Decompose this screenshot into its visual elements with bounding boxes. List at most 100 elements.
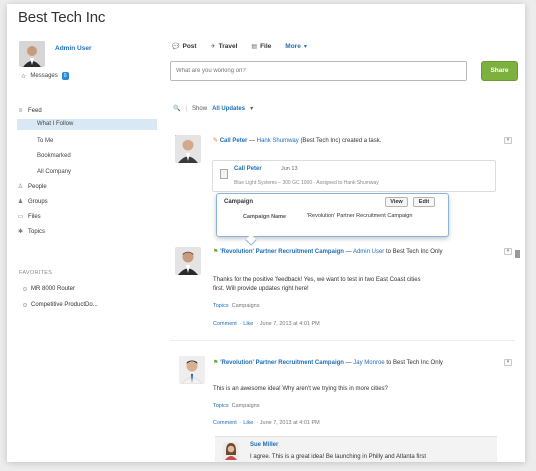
tab-travel[interactable]: ✈ Travel bbox=[211, 43, 238, 50]
task-card[interactable]: Call Peter Jun 13 Blue Light Systems – 3… bbox=[212, 160, 496, 192]
task-icon: ✎ bbox=[213, 138, 219, 144]
sidebar-item-all-company[interactable]: All Company bbox=[37, 169, 71, 175]
messages-label: Messages bbox=[30, 73, 58, 79]
search-icon: 🔍 bbox=[173, 106, 181, 112]
sidebar-item-what-i-follow[interactable]: What I Follow bbox=[37, 121, 73, 127]
post-header: ✎ Call Peter — Hank Shumway (Best Tech I… bbox=[213, 137, 381, 146]
campaign-link[interactable]: 'Revolution' Partner Recruitment Campaig… bbox=[220, 360, 344, 366]
bookmark-icon[interactable] bbox=[515, 250, 520, 258]
chat-bubble-icon: 💬 bbox=[172, 44, 180, 50]
view-button[interactable]: View bbox=[385, 197, 408, 207]
task-document-icon bbox=[220, 169, 228, 179]
topics-link[interactable]: Topics bbox=[213, 403, 229, 409]
task-detail: Blue Light Systems – 300 GC 1000 · Assig… bbox=[234, 180, 379, 186]
post-menu-button[interactable]: ▾ bbox=[504, 137, 512, 144]
task-name-link[interactable]: Call Peter bbox=[234, 166, 262, 172]
sidebar-item-label: People bbox=[28, 183, 47, 190]
groups-icon: ♟ bbox=[17, 199, 24, 205]
favorite-item[interactable]: Competitive ProductDo... bbox=[23, 302, 98, 308]
topic-tag[interactable]: Campaigns bbox=[232, 303, 260, 309]
tab-label: Post bbox=[182, 43, 197, 50]
like-link[interactable]: Like bbox=[243, 420, 253, 426]
action-text: created a task. bbox=[342, 138, 382, 144]
avatar[interactable] bbox=[179, 356, 205, 384]
audience-text: to Best Tech Inc Only bbox=[386, 360, 443, 366]
post-topics: Topics Campaigns bbox=[213, 403, 259, 409]
favorites-heading: FAVORITES bbox=[19, 270, 53, 276]
tab-label: More bbox=[285, 43, 301, 50]
favorite-bullet-icon bbox=[23, 303, 27, 307]
topic-tag[interactable]: Campaigns bbox=[232, 403, 260, 409]
post-header: ⚑ 'Revolution' Partner Recruitment Campa… bbox=[213, 359, 499, 368]
separator: | bbox=[185, 105, 188, 112]
topics-link[interactable]: Topics bbox=[213, 303, 229, 309]
tab-file[interactable]: ▤ File bbox=[251, 43, 271, 50]
sidebar-item-people[interactable]: ♙ People bbox=[17, 183, 47, 191]
comment-link[interactable]: Comment bbox=[213, 420, 237, 426]
post-timestamp[interactable]: June 7, 2013 at 4:01 PM bbox=[260, 321, 320, 327]
tab-more[interactable]: More ▾ bbox=[285, 43, 307, 50]
company-text: (Best Tech Inc) bbox=[300, 138, 341, 144]
chevron-down-icon: ▾ bbox=[303, 44, 307, 50]
audience-text: to Best Tech Inc Only bbox=[385, 249, 443, 255]
tab-post[interactable]: 💬 Post bbox=[172, 43, 197, 50]
airplane-icon: ✈ bbox=[210, 44, 216, 50]
dash-separator: — bbox=[249, 138, 256, 144]
like-link[interactable]: Like bbox=[243, 321, 253, 327]
task-link[interactable]: Call Peter bbox=[220, 138, 248, 144]
messages-link[interactable]: ☆ Messages 0 bbox=[21, 72, 69, 80]
favorite-label: Competitive ProductDo... bbox=[31, 302, 98, 308]
sidebar-item-groups[interactable]: ♟ Groups bbox=[17, 198, 48, 206]
edit-button[interactable]: Edit bbox=[413, 197, 435, 207]
post-body-line: This is an awesome idea! Why aren't we t… bbox=[213, 386, 388, 392]
sidebar-item-label: Feed bbox=[28, 108, 42, 114]
sidebar-item-topics[interactable]: ✱ Topics bbox=[17, 228, 46, 236]
post-menu-button[interactable]: ▾ bbox=[504, 359, 512, 366]
divider bbox=[170, 340, 515, 341]
post-body-line: first. Will provide updates right here! bbox=[213, 285, 309, 292]
avatar[interactable] bbox=[175, 135, 201, 163]
post-actions: Comment · Like · June 7, 2013 at 4:01 PM bbox=[213, 321, 320, 327]
sidebar-item-label: Topics bbox=[28, 228, 46, 235]
post-menu-button[interactable]: ▾ bbox=[504, 248, 512, 255]
task-date: Jun 13 bbox=[281, 166, 298, 172]
post-body-line: Thanks for the positive 'feedback! Yes, … bbox=[213, 277, 421, 283]
avatar[interactable] bbox=[223, 442, 239, 460]
app-window: Best Tech Inc Admin User ☆ Messages 0 ≡ … bbox=[7, 4, 525, 462]
chevron-down-icon: ▾ bbox=[250, 106, 254, 112]
post-header: ⚑ 'Revolution' Partner Recruitment Campa… bbox=[213, 248, 499, 257]
user-link[interactable]: Admin User bbox=[353, 249, 384, 255]
sidebar-item-bookmarked[interactable]: Bookmarked bbox=[37, 153, 71, 159]
file-icon: ▤ bbox=[251, 44, 258, 50]
campaign-link[interactable]: 'Revolution' Partner Recruitment Campaig… bbox=[220, 249, 344, 255]
sidebar-item-to-me[interactable]: To Me bbox=[37, 138, 53, 144]
post-topics: Topics Campaigns bbox=[213, 303, 259, 309]
tab-label: File bbox=[260, 43, 272, 50]
sidebar-item-files[interactable]: ▭ Files bbox=[17, 213, 41, 221]
sidebar-item-label: Groups bbox=[28, 198, 48, 205]
filter-value: All Updates bbox=[212, 105, 246, 112]
favorite-item[interactable]: MR 8000 Router bbox=[23, 286, 75, 292]
avatar[interactable] bbox=[175, 247, 201, 275]
sidebar: Admin User ☆ Messages 0 ≡ Feed What I Fo… bbox=[7, 32, 157, 462]
share-button[interactable]: Share bbox=[481, 61, 518, 81]
comment-author-link[interactable]: Sue Miller bbox=[250, 442, 278, 448]
comment-link[interactable]: Comment bbox=[213, 321, 237, 327]
publisher-tabs: 💬 Post ✈ Travel ▤ File More ▾ bbox=[172, 43, 307, 50]
post-timestamp[interactable]: June 7, 2013 at 4:01 PM bbox=[260, 420, 320, 426]
messages-count-badge: 0 bbox=[61, 72, 69, 80]
user-link[interactable]: Hank Shumway bbox=[257, 138, 299, 144]
user-link[interactable]: Jay Monroe bbox=[353, 360, 384, 366]
field-value: 'Revolution' Partner Recruitment Campaig… bbox=[307, 213, 413, 219]
user-name-link[interactable]: Admin User bbox=[55, 45, 91, 52]
filter-label: Show bbox=[192, 105, 208, 112]
campaign-icon: ⚑ bbox=[213, 249, 219, 255]
sidebar-item-feed[interactable]: ≡ Feed bbox=[17, 108, 42, 114]
feed-icon: ≡ bbox=[18, 108, 23, 114]
messages-icon: ☆ bbox=[21, 73, 27, 80]
publisher-input[interactable] bbox=[170, 61, 467, 81]
post-body: This is an awesome idea! Why aren't we t… bbox=[213, 385, 503, 394]
avatar[interactable] bbox=[19, 41, 45, 67]
hover-card-pointer bbox=[245, 234, 257, 246]
feed-filter[interactable]: 🔍 | Show All Updates ▾ bbox=[173, 105, 254, 113]
